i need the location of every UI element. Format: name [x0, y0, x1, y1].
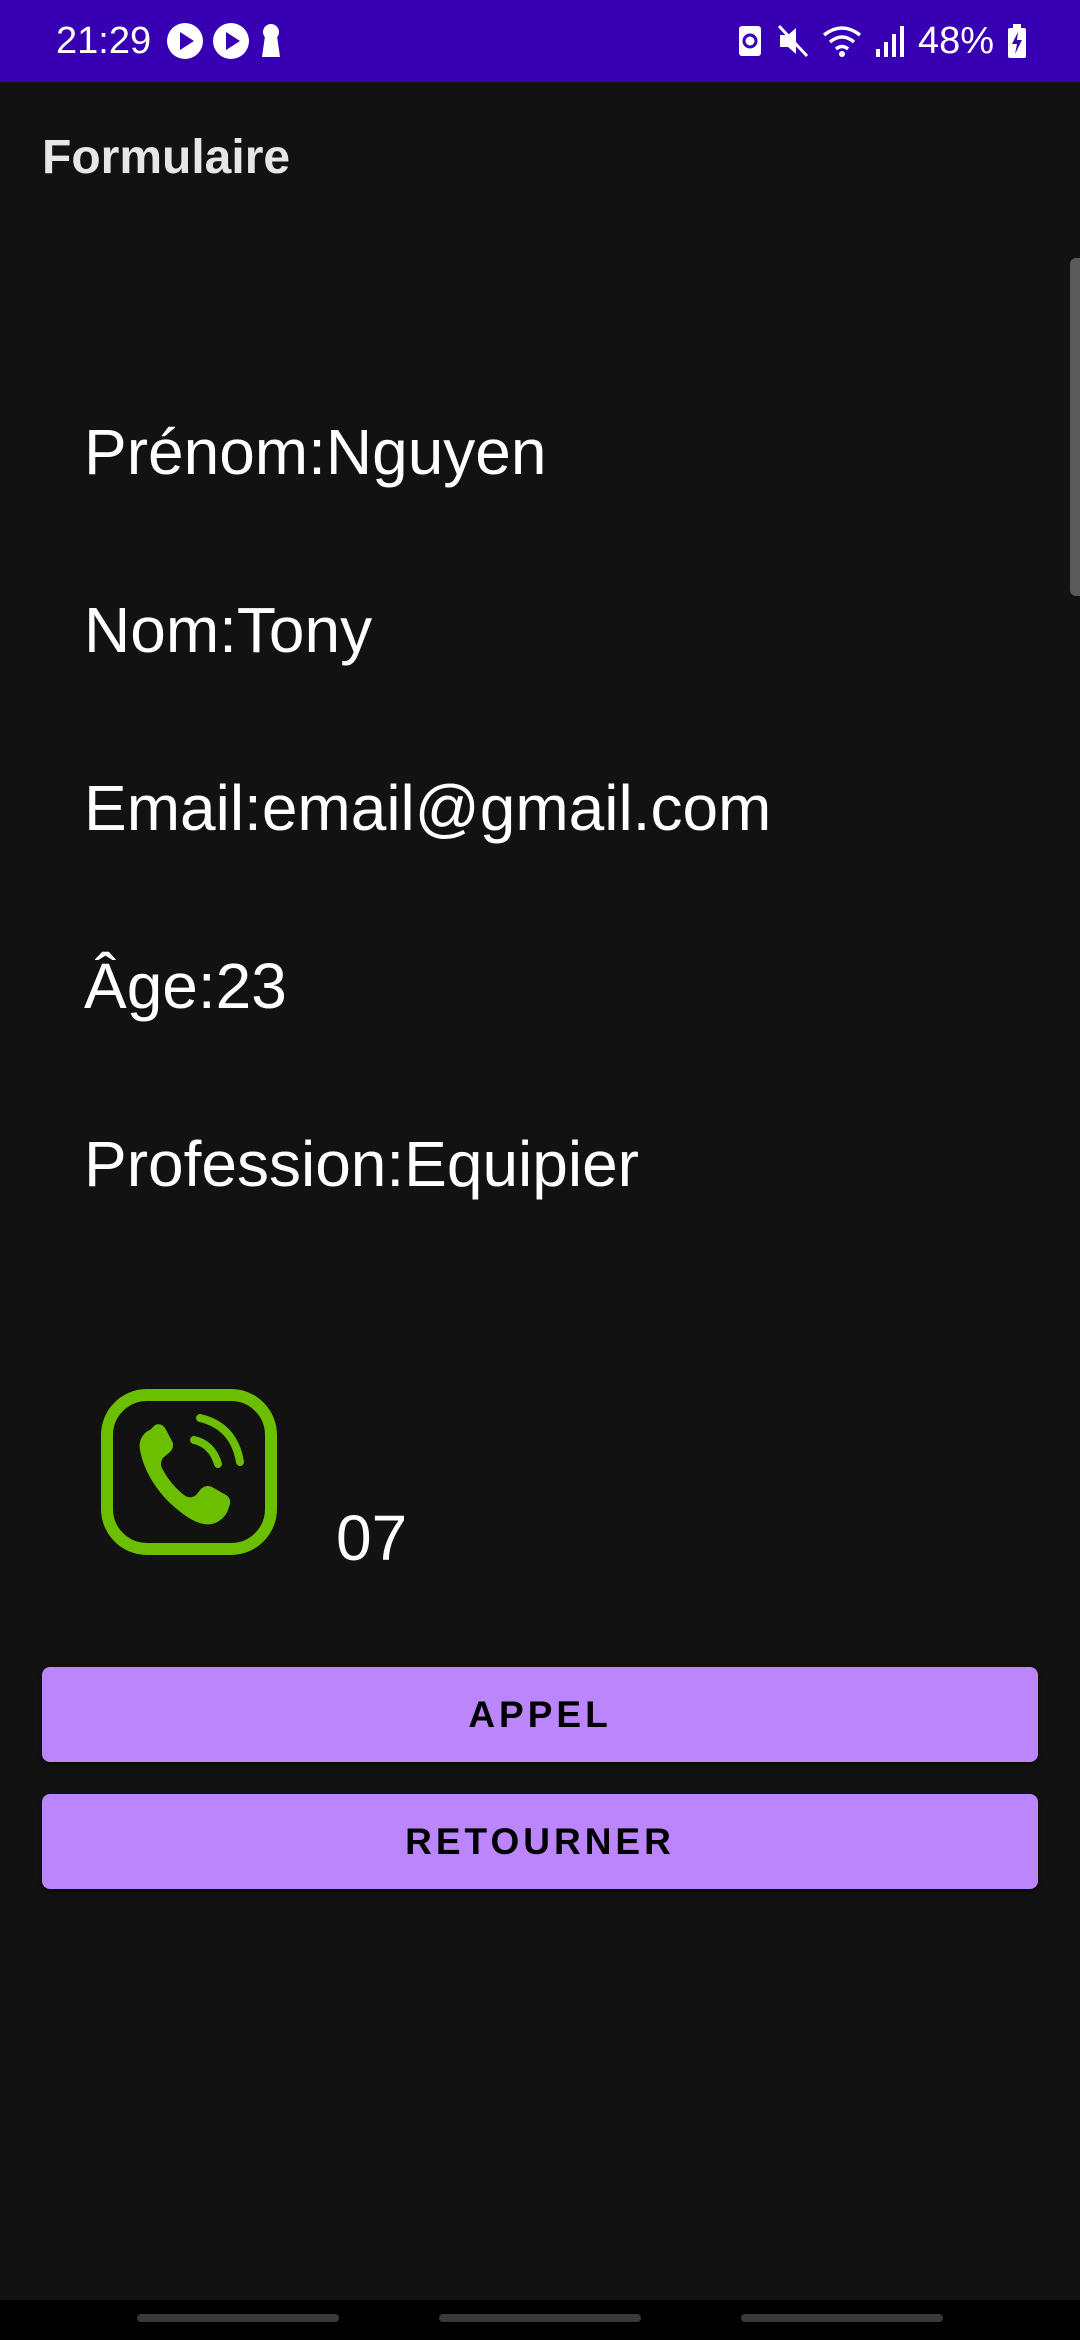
nav-home-handle[interactable] [439, 2314, 641, 2322]
play-icon [167, 23, 203, 59]
lastname-text: Nom:Tony [84, 594, 373, 666]
wifi-icon [822, 26, 862, 57]
phone-call-icon[interactable] [100, 1388, 278, 1556]
nav-back-handle[interactable] [741, 2314, 943, 2322]
status-bar: 21:29 48% [0, 0, 1080, 82]
nfc-icon [738, 26, 761, 56]
status-right-icons: 48% [736, 18, 1028, 64]
status-left-icons [166, 22, 284, 60]
phone-number: 07 [336, 1502, 408, 1574]
profession-text: Profession:Equipier [84, 1128, 639, 1200]
status-time: 21:29 [56, 20, 152, 62]
age-text: Âge:23 [84, 950, 287, 1022]
page-title: Formulaire [42, 131, 291, 184]
battery-percentage: 48% [917, 20, 994, 62]
signal-icon [875, 26, 904, 57]
back-button[interactable]: RETOURNER [42, 1794, 1038, 1889]
navigation-bar [0, 2300, 1080, 2340]
call-button[interactable]: APPEL [42, 1667, 1038, 1762]
firstname-text: Prénom:Nguyen [84, 416, 547, 488]
mute-icon [777, 24, 809, 58]
nav-recents-handle[interactable] [137, 2314, 339, 2322]
email-text: Email:email@gmail.com [84, 772, 772, 844]
keyhole-icon [262, 24, 280, 57]
battery-icon [1008, 24, 1026, 58]
scrollbar[interactable] [1070, 258, 1080, 596]
play-icon [213, 23, 249, 59]
